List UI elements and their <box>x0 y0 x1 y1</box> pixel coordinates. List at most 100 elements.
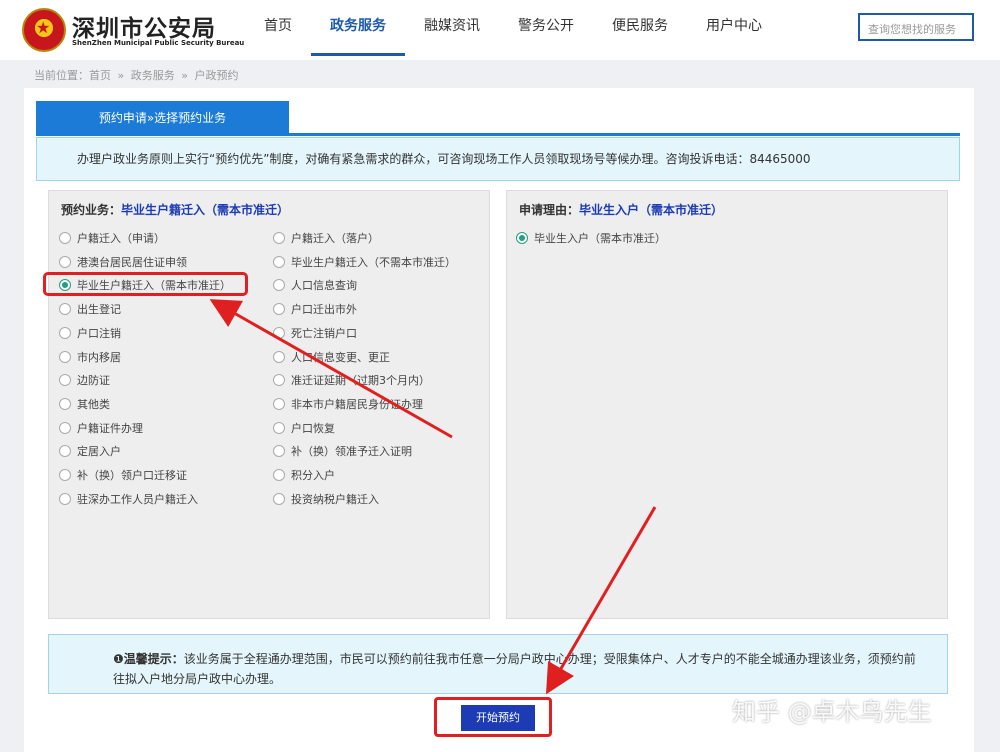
radio-option-label: 其他类 <box>77 397 110 411</box>
radio-unchecked-icon[interactable] <box>273 421 285 434</box>
radio-unchecked-icon[interactable] <box>59 469 71 481</box>
reason-title: 申请理由：毕业生入户（需本市准迁） <box>519 201 723 218</box>
radio-unchecked-icon[interactable] <box>273 397 285 410</box>
radio-option-label: 边防证 <box>77 374 110 388</box>
business-title: 预约业务：毕业生户籍迁入（需本市准迁） <box>61 201 289 218</box>
radio-option[interactable]: 补（换）领准予迁入证明 <box>273 443 412 459</box>
radio-unchecked-icon[interactable] <box>59 397 71 410</box>
nav-user-center[interactable]: 用户中心 <box>687 0 781 56</box>
radio-option[interactable]: 投资纳税户籍迁入 <box>273 491 379 507</box>
radio-unchecked-icon[interactable] <box>59 350 71 363</box>
radio-option-label: 毕业生户籍迁入（不需本市准迁） <box>291 255 456 269</box>
radio-option[interactable]: 非本市户籍居民身份证办理 <box>273 396 423 412</box>
breadcrumb-home[interactable]: 当前位置：首页 <box>34 69 111 82</box>
radio-unchecked-icon[interactable] <box>273 279 285 292</box>
nav-home[interactable]: 首页 <box>245 0 311 56</box>
radio-unchecked-icon[interactable] <box>59 421 71 434</box>
radio-option-label: 积分入户 <box>291 469 335 482</box>
radio-option[interactable]: 户口迁出市外 <box>273 301 357 317</box>
radio-unchecked-icon[interactable] <box>59 255 71 268</box>
breadcrumb-sep: » <box>181 69 188 82</box>
radio-option[interactable]: 市内移居 <box>59 349 121 365</box>
radio-option-label: 人口信息变更、更正 <box>291 350 390 364</box>
radio-option-label: 死亡注销户口 <box>291 326 357 340</box>
breadcrumb-gov-services[interactable]: 政务服务 <box>131 69 175 82</box>
radio-unchecked-icon[interactable] <box>59 326 71 339</box>
watermark: 知乎 @卓木鸟先生 <box>732 698 932 726</box>
radio-option[interactable]: 人口信息查询 <box>273 277 357 293</box>
radio-unchecked-icon[interactable] <box>59 303 71 316</box>
radio-unchecked-icon[interactable] <box>59 232 71 244</box>
radio-option-label: 户口注销 <box>77 326 121 340</box>
radio-option-label: 出生登记 <box>77 303 121 317</box>
radio-option[interactable]: 毕业生户籍迁入（不需本市准迁） <box>273 254 456 270</box>
brand-title[interactable]: 深圳市公安局 <box>72 9 216 43</box>
radio-option[interactable]: 补（换）领户口迁移证 <box>59 467 187 483</box>
radio-option[interactable]: 出生登记 <box>59 301 121 317</box>
radio-option[interactable]: 港澳台居民居住证申领 <box>59 254 187 270</box>
nav-gov-services[interactable]: 政务服务 <box>311 0 405 56</box>
radio-unchecked-icon[interactable] <box>273 445 285 458</box>
radio-option[interactable]: 户口注销 <box>59 325 121 341</box>
reason-title-label: 申请理由： <box>519 203 580 217</box>
radio-option[interactable]: 驻深办工作人员户籍迁入 <box>59 491 198 507</box>
nav-media-news[interactable]: 融媒资讯 <box>405 0 499 56</box>
radio-unchecked-icon[interactable] <box>273 350 285 363</box>
breadcrumb-current: 户政预约 <box>194 69 239 82</box>
radio-option-label: 户口迁出市外 <box>291 303 357 317</box>
tip-label: 温馨提示： <box>123 652 184 666</box>
radio-option[interactable]: 定居入户 <box>59 443 121 459</box>
tab-underline <box>36 133 960 136</box>
radio-option[interactable]: 积分入户 <box>273 467 335 483</box>
radio-unchecked-icon[interactable] <box>273 232 285 244</box>
radio-option-label: 港澳台居民居住证申领 <box>77 255 187 269</box>
radio-option-label: 投资纳税户籍迁入 <box>291 492 379 506</box>
police-emblem-icon[interactable] <box>22 8 66 52</box>
radio-option[interactable]: 人口信息变更、更正 <box>273 349 390 365</box>
start-appointment-button[interactable]: 开始预约 <box>461 705 535 731</box>
main-nav: 首页 政务服务 融媒资讯 警务公开 便民服务 用户中心 <box>245 0 781 60</box>
policy-notice: 办理户政业务原则上实行“预约优先”制度，对确有紧急需求的群众，可咨询现场工作人员… <box>36 137 960 181</box>
brand-subtitle: ShenZhen Municipal Public Security Burea… <box>72 39 245 47</box>
search-input[interactable]: 查询您想找的服务 <box>858 13 974 41</box>
radio-option-label: 户口恢复 <box>291 421 335 435</box>
tab-select-business[interactable]: 预约申请»选择预约业务 <box>36 101 289 135</box>
radio-option-label: 户籍迁入（落户） <box>291 232 379 245</box>
radio-option[interactable]: 准迁证延期（过期3个月内） <box>273 372 430 388</box>
radio-unchecked-icon[interactable] <box>59 374 71 387</box>
radio-option[interactable]: 死亡注销户口 <box>273 325 357 341</box>
breadcrumb-sep: » <box>117 69 125 82</box>
radio-option[interactable]: 其他类 <box>59 396 110 412</box>
breadcrumb: 当前位置：首页 » 政务服务 » 户政预约 <box>34 67 241 83</box>
radio-unchecked-icon[interactable] <box>273 303 285 316</box>
nav-convenience[interactable]: 便民服务 <box>593 0 687 56</box>
radio-option[interactable]: 户籍迁入（落户） <box>273 230 379 246</box>
business-title-label: 预约业务： <box>61 203 122 217</box>
radio-unchecked-icon[interactable] <box>59 445 71 458</box>
radio-option[interactable]: 毕业生入户（需本市准迁） <box>516 230 666 246</box>
radio-option-label: 户籍证件办理 <box>77 421 143 435</box>
radio-unchecked-icon[interactable] <box>59 492 71 505</box>
site-header: 深圳市公安局 ShenZhen Municipal Public Securit… <box>0 0 1000 60</box>
radio-checked-icon[interactable] <box>516 232 528 244</box>
radio-option[interactable]: 户口恢复 <box>273 420 335 436</box>
radio-unchecked-icon[interactable] <box>273 326 285 339</box>
radio-option-label: 补（换）领户口迁移证 <box>77 469 187 482</box>
radio-option[interactable]: 户籍证件办理 <box>59 420 143 436</box>
radio-option-label: 准迁证延期（过期3个月内） <box>291 374 430 388</box>
reason-options-box: 申请理由： 毕业生入户（需本市准迁） <box>506 190 948 619</box>
tip-text: 该业务属于全程通办理范围，市民可以预约前往我市任意一分局户政中心办理；受限集体户… <box>113 652 916 686</box>
selected-option-highlight <box>43 272 248 296</box>
radio-option[interactable]: 户籍迁入（申请） <box>59 230 165 246</box>
radio-option-label: 补（换）领准予迁入证明 <box>291 445 412 459</box>
radio-option[interactable]: 边防证 <box>59 372 110 388</box>
radio-unchecked-icon[interactable] <box>273 255 285 268</box>
nav-police-affairs[interactable]: 警务公开 <box>499 0 593 56</box>
radio-unchecked-icon[interactable] <box>273 492 285 505</box>
radio-option-label: 非本市户籍居民身份证办理 <box>291 397 423 411</box>
radio-unchecked-icon[interactable] <box>273 469 285 481</box>
radio-option-label: 毕业生入户（需本市准迁） <box>534 232 666 245</box>
radio-option-label: 驻深办工作人员户籍迁入 <box>77 492 198 506</box>
radio-unchecked-icon[interactable] <box>273 374 285 387</box>
radio-option-label: 市内移居 <box>77 350 121 364</box>
